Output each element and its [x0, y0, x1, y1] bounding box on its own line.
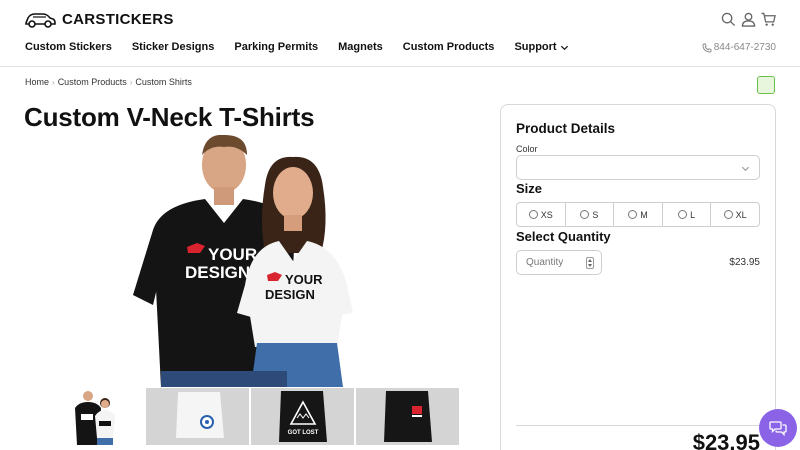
- header-icons: [721, 12, 776, 27]
- radio-icon: [723, 210, 733, 219]
- thumb-image: [41, 388, 144, 445]
- color-label: Color: [516, 144, 538, 154]
- size-option-s[interactable]: S: [566, 203, 615, 226]
- main-nav: Custom Stickers Sticker Designs Parking …: [25, 41, 589, 53]
- nav-label: Custom Products: [402, 41, 495, 53]
- size-option-label: L: [690, 209, 696, 220]
- unit-price: $23.95: [729, 257, 760, 268]
- radio-icon: [528, 210, 538, 219]
- chevron-down-icon: [560, 45, 568, 50]
- thumbnail-black-got-lost[interactable]: GOT LOST: [251, 388, 354, 445]
- size-option-xs[interactable]: XS: [517, 203, 566, 226]
- nav-item-custom-stickers[interactable]: Custom Stickers: [25, 41, 112, 53]
- product-details-title: Product Details: [516, 121, 616, 136]
- thumb-image: [356, 388, 459, 445]
- nav-label: Support: [514, 41, 557, 53]
- size-option-label: S: [592, 209, 599, 220]
- tshirt-print-line2: DESIGN: [185, 263, 250, 282]
- thumbnail-strip: GOT LOST: [41, 388, 459, 445]
- size-option-label: XL: [735, 209, 747, 220]
- radio-icon: [628, 210, 638, 219]
- thumbnail-white-folded[interactable]: [146, 388, 249, 445]
- size-option-label: XS: [540, 209, 553, 220]
- thumb-image: GOT LOST: [251, 388, 354, 445]
- breadcrumb: Home › Custom Products › Custom Shirts: [25, 77, 192, 87]
- quantity-placeholder: Quantity: [526, 257, 564, 268]
- breadcrumb-separator: ›: [52, 77, 55, 87]
- main-product-image: YOUR DESIGN YOUR DESIGN: [25, 135, 475, 387]
- radio-icon: [580, 210, 590, 219]
- nav-label: Custom Stickers: [25, 41, 112, 53]
- thumb-print-text: GOT LOST: [288, 430, 319, 436]
- breadcrumb-custom-shirts[interactable]: Custom Shirts: [135, 77, 192, 87]
- thumbnail-black-pocket[interactable]: [356, 388, 459, 445]
- radio-icon: [678, 210, 688, 219]
- search-icon[interactable]: [721, 12, 736, 27]
- nav-item-sticker-designs[interactable]: Sticker Designs: [132, 41, 215, 53]
- site-header: CARSTICKERS Custom Stickers Sticker Desi…: [0, 0, 800, 67]
- page-title: Custom V-Neck T-Shirts: [24, 102, 315, 132]
- brand-name: CARSTICKERS: [62, 10, 174, 28]
- account-icon[interactable]: [741, 12, 756, 27]
- panel-divider: [516, 425, 760, 426]
- quantity-input[interactable]: Quantity: [516, 250, 602, 275]
- nav-item-support[interactable]: Support: [514, 41, 568, 53]
- tshirt-print-line1-woman: YOUR: [285, 272, 323, 287]
- nav-label: Sticker Designs: [131, 41, 215, 53]
- product-photo: YOUR DESIGN YOUR DESIGN: [25, 135, 475, 387]
- breadcrumb-separator: ›: [129, 77, 133, 87]
- nav-item-parking-permits[interactable]: Parking Permits: [234, 41, 318, 53]
- tshirt-print-line1: YOUR: [208, 245, 257, 264]
- size-option-label: M: [640, 209, 648, 220]
- quantity-stepper[interactable]: [586, 257, 594, 269]
- wishlist-toggle[interactable]: [757, 76, 775, 94]
- nav-item-magnets[interactable]: Magnets: [338, 41, 383, 53]
- breadcrumb-home[interactable]: Home: [25, 77, 49, 87]
- product-details-panel: Product Details Color Size XS S M L XL S…: [500, 104, 776, 450]
- phone-icon: [702, 43, 712, 52]
- color-select[interactable]: [516, 155, 760, 180]
- breadcrumb-custom-products[interactable]: Custom Products: [58, 77, 127, 87]
- size-label: Size: [516, 181, 543, 196]
- thumb-image: [146, 388, 249, 445]
- chevron-down-icon: [741, 166, 750, 172]
- size-option-xl[interactable]: XL: [711, 203, 759, 226]
- thumbnail-couple[interactable]: [41, 388, 144, 445]
- nav-item-custom-products[interactable]: Custom Products: [403, 41, 495, 53]
- nav-label: Magnets: [338, 41, 383, 53]
- cart-icon[interactable]: [761, 12, 776, 27]
- nav-label: Parking Permits: [234, 41, 319, 53]
- phone-link[interactable]: 844-647-2730: [702, 42, 776, 53]
- size-options: XS S M L XL: [516, 202, 760, 227]
- size-option-m[interactable]: M: [614, 203, 663, 226]
- chat-button[interactable]: [759, 409, 797, 447]
- brand-logo[interactable]: CARSTICKERS: [24, 9, 174, 29]
- chat-icon: [769, 421, 787, 437]
- size-option-l[interactable]: L: [663, 203, 712, 226]
- total-price: $23.95: [692, 430, 760, 450]
- quantity-label: Select Quantity: [516, 229, 611, 244]
- tshirt-print-line2-woman: DESIGN: [265, 287, 315, 302]
- phone-number: 844-647-2730: [713, 42, 776, 53]
- car-logo-icon: [25, 13, 56, 28]
